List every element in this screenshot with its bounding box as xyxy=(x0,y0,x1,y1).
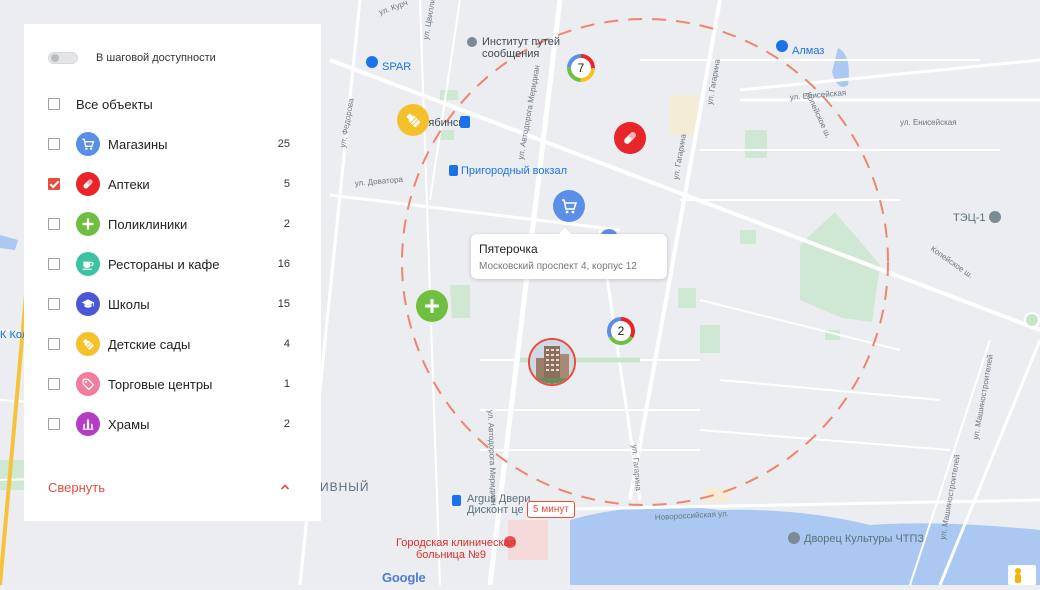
shop-marker[interactable] xyxy=(553,190,585,222)
cluster-count: 7 xyxy=(577,61,585,75)
svg-text:Дворец Культуры ЧТПЗ: Дворец Культуры ЧТПЗ xyxy=(804,533,924,545)
pegman-icon xyxy=(1015,568,1021,583)
filter-label-temples: Храмы xyxy=(108,416,150,432)
filter-row-pharmacies[interactable]: Аптеки 5 xyxy=(48,172,290,196)
svg-text:Городская клиническая: Городская клиническая xyxy=(396,537,516,549)
poi-tec: ТЭЦ-1 xyxy=(953,211,1001,224)
walk-toggle-switch[interactable] xyxy=(48,52,78,64)
checkbox-malls[interactable] xyxy=(48,378,60,390)
filter-label-all: Все объекты xyxy=(76,96,153,112)
filter-count-malls: 1 xyxy=(283,378,290,390)
street-view-pegman[interactable] xyxy=(1008,565,1036,585)
checkbox-kindergartens[interactable] xyxy=(48,338,60,350)
pill-icon xyxy=(76,172,100,196)
svg-text:SPAR: SPAR xyxy=(382,61,411,73)
filter-count-clinics: 2 xyxy=(283,218,290,230)
filter-row-temples[interactable]: Храмы 2 xyxy=(48,412,290,436)
filter-count-temples: 2 xyxy=(283,418,290,430)
collapse-button[interactable]: Свернуть xyxy=(48,479,290,495)
svg-text:Пригородный вокзал: Пригородный вокзал xyxy=(461,165,567,177)
poi-prigorodny: Пригородный вокзал xyxy=(449,165,567,177)
shopping-cart-icon xyxy=(76,132,100,156)
place-tooltip: Пятерочка Московский проспект 4, корпус … xyxy=(471,228,667,279)
collapse-label: Свернуть xyxy=(48,479,106,495)
poi-dvorets: Дворец Культуры ЧТПЗ xyxy=(788,532,924,545)
temple-icon xyxy=(76,412,100,436)
filter-count-restaurants: 16 xyxy=(277,258,290,270)
google-logo: Google xyxy=(382,570,426,585)
checkbox-temples[interactable] xyxy=(48,418,60,430)
coffee-cup-icon xyxy=(76,252,100,276)
price-tag-icon xyxy=(76,372,100,396)
checkbox-shops[interactable] xyxy=(48,138,60,150)
filter-label-shops: Магазины xyxy=(108,136,168,152)
cluster-marker-middle[interactable]: 2 xyxy=(605,315,637,347)
filter-row-kindergartens[interactable]: Детские сады 4 xyxy=(48,332,290,356)
checkbox-schools[interactable] xyxy=(48,298,60,310)
filter-row-shops[interactable]: Магазины 25 xyxy=(48,132,290,156)
filter-label-malls: Торговые центры xyxy=(108,376,213,392)
checkbox-clinics[interactable] xyxy=(48,218,60,230)
filter-count-pharmacies: 5 xyxy=(283,178,290,190)
filter-row-restaurants[interactable]: Рестораны и кафе 16 xyxy=(48,252,290,276)
filter-label-kindergartens: Детские сады xyxy=(108,336,191,352)
graduation-cap-icon xyxy=(76,292,100,316)
filter-label-restaurants: Рестораны и кафе xyxy=(108,256,220,272)
building-photo-icon xyxy=(530,340,574,384)
baby-bottle-icon xyxy=(76,332,100,356)
baby-bottle-icon xyxy=(406,113,420,127)
filter-count-schools: 15 xyxy=(277,298,290,310)
filter-row-malls[interactable]: Торговые центры 1 xyxy=(48,372,290,396)
filter-label-clinics: Поликлиники xyxy=(108,216,188,232)
plus-cross-icon xyxy=(425,299,439,313)
filter-row-schools[interactable]: Школы 15 xyxy=(48,292,290,316)
walk-toggle-row[interactable]: В шаговой доступности xyxy=(48,51,216,65)
checkbox-all[interactable] xyxy=(48,98,60,110)
svg-text:ул. Енисейская: ул. Енисейская xyxy=(900,118,957,127)
checkbox-restaurants[interactable] xyxy=(48,258,60,270)
svg-text:Алмаз: Алмаз xyxy=(792,45,824,57)
filter-panel: В шаговой доступности Все объекты Магази… xyxy=(24,24,321,521)
walk-toggle-label: В шаговой доступности xyxy=(96,52,216,64)
filter-row-clinics[interactable]: Поликлиники 2 xyxy=(48,212,290,236)
svg-text:Институт путей: Институт путей xyxy=(482,36,560,48)
building-area xyxy=(705,488,729,502)
pharmacy-marker[interactable] xyxy=(614,122,646,154)
chevron-up-icon xyxy=(280,484,290,490)
filter-label-pharmacies: Аптеки xyxy=(108,176,150,192)
svg-text:больница №9: больница №9 xyxy=(416,549,486,561)
walk-time-badge: 5 минут xyxy=(527,501,575,518)
industrial-area xyxy=(670,95,698,135)
poi-station: лябинск xyxy=(422,116,470,129)
pill-icon xyxy=(624,132,636,144)
cluster-marker-top[interactable]: 7 xyxy=(565,52,597,84)
shopping-cart-icon xyxy=(562,199,578,214)
tooltip-title: Пятерочка xyxy=(479,242,538,256)
roundabout xyxy=(1024,312,1040,328)
svg-text:Дисконт це: Дисконт це xyxy=(467,504,524,516)
tooltip-address: Московский проспект 4, корпус 12 xyxy=(479,261,637,272)
filter-count-shops: 25 xyxy=(277,138,290,150)
svg-text:сообщения: сообщения xyxy=(482,48,539,60)
filter-label-schools: Школы xyxy=(108,296,150,312)
district-label: ИВНЫЙ xyxy=(320,479,370,494)
filter-count-kindergartens: 4 xyxy=(283,338,290,350)
svg-text:ТЭЦ-1: ТЭЦ-1 xyxy=(953,212,986,224)
checkbox-pharmacies[interactable] xyxy=(48,178,60,190)
plus-cross-icon xyxy=(76,212,100,236)
clinic-marker[interactable] xyxy=(416,290,448,322)
home-building-marker[interactable] xyxy=(528,338,576,386)
filter-row-all[interactable]: Все объекты xyxy=(48,92,290,116)
kindergarten-marker[interactable] xyxy=(397,104,429,136)
toggle-knob xyxy=(51,54,59,62)
cluster-count: 2 xyxy=(617,324,625,338)
google-logo-text: Google xyxy=(382,570,426,585)
